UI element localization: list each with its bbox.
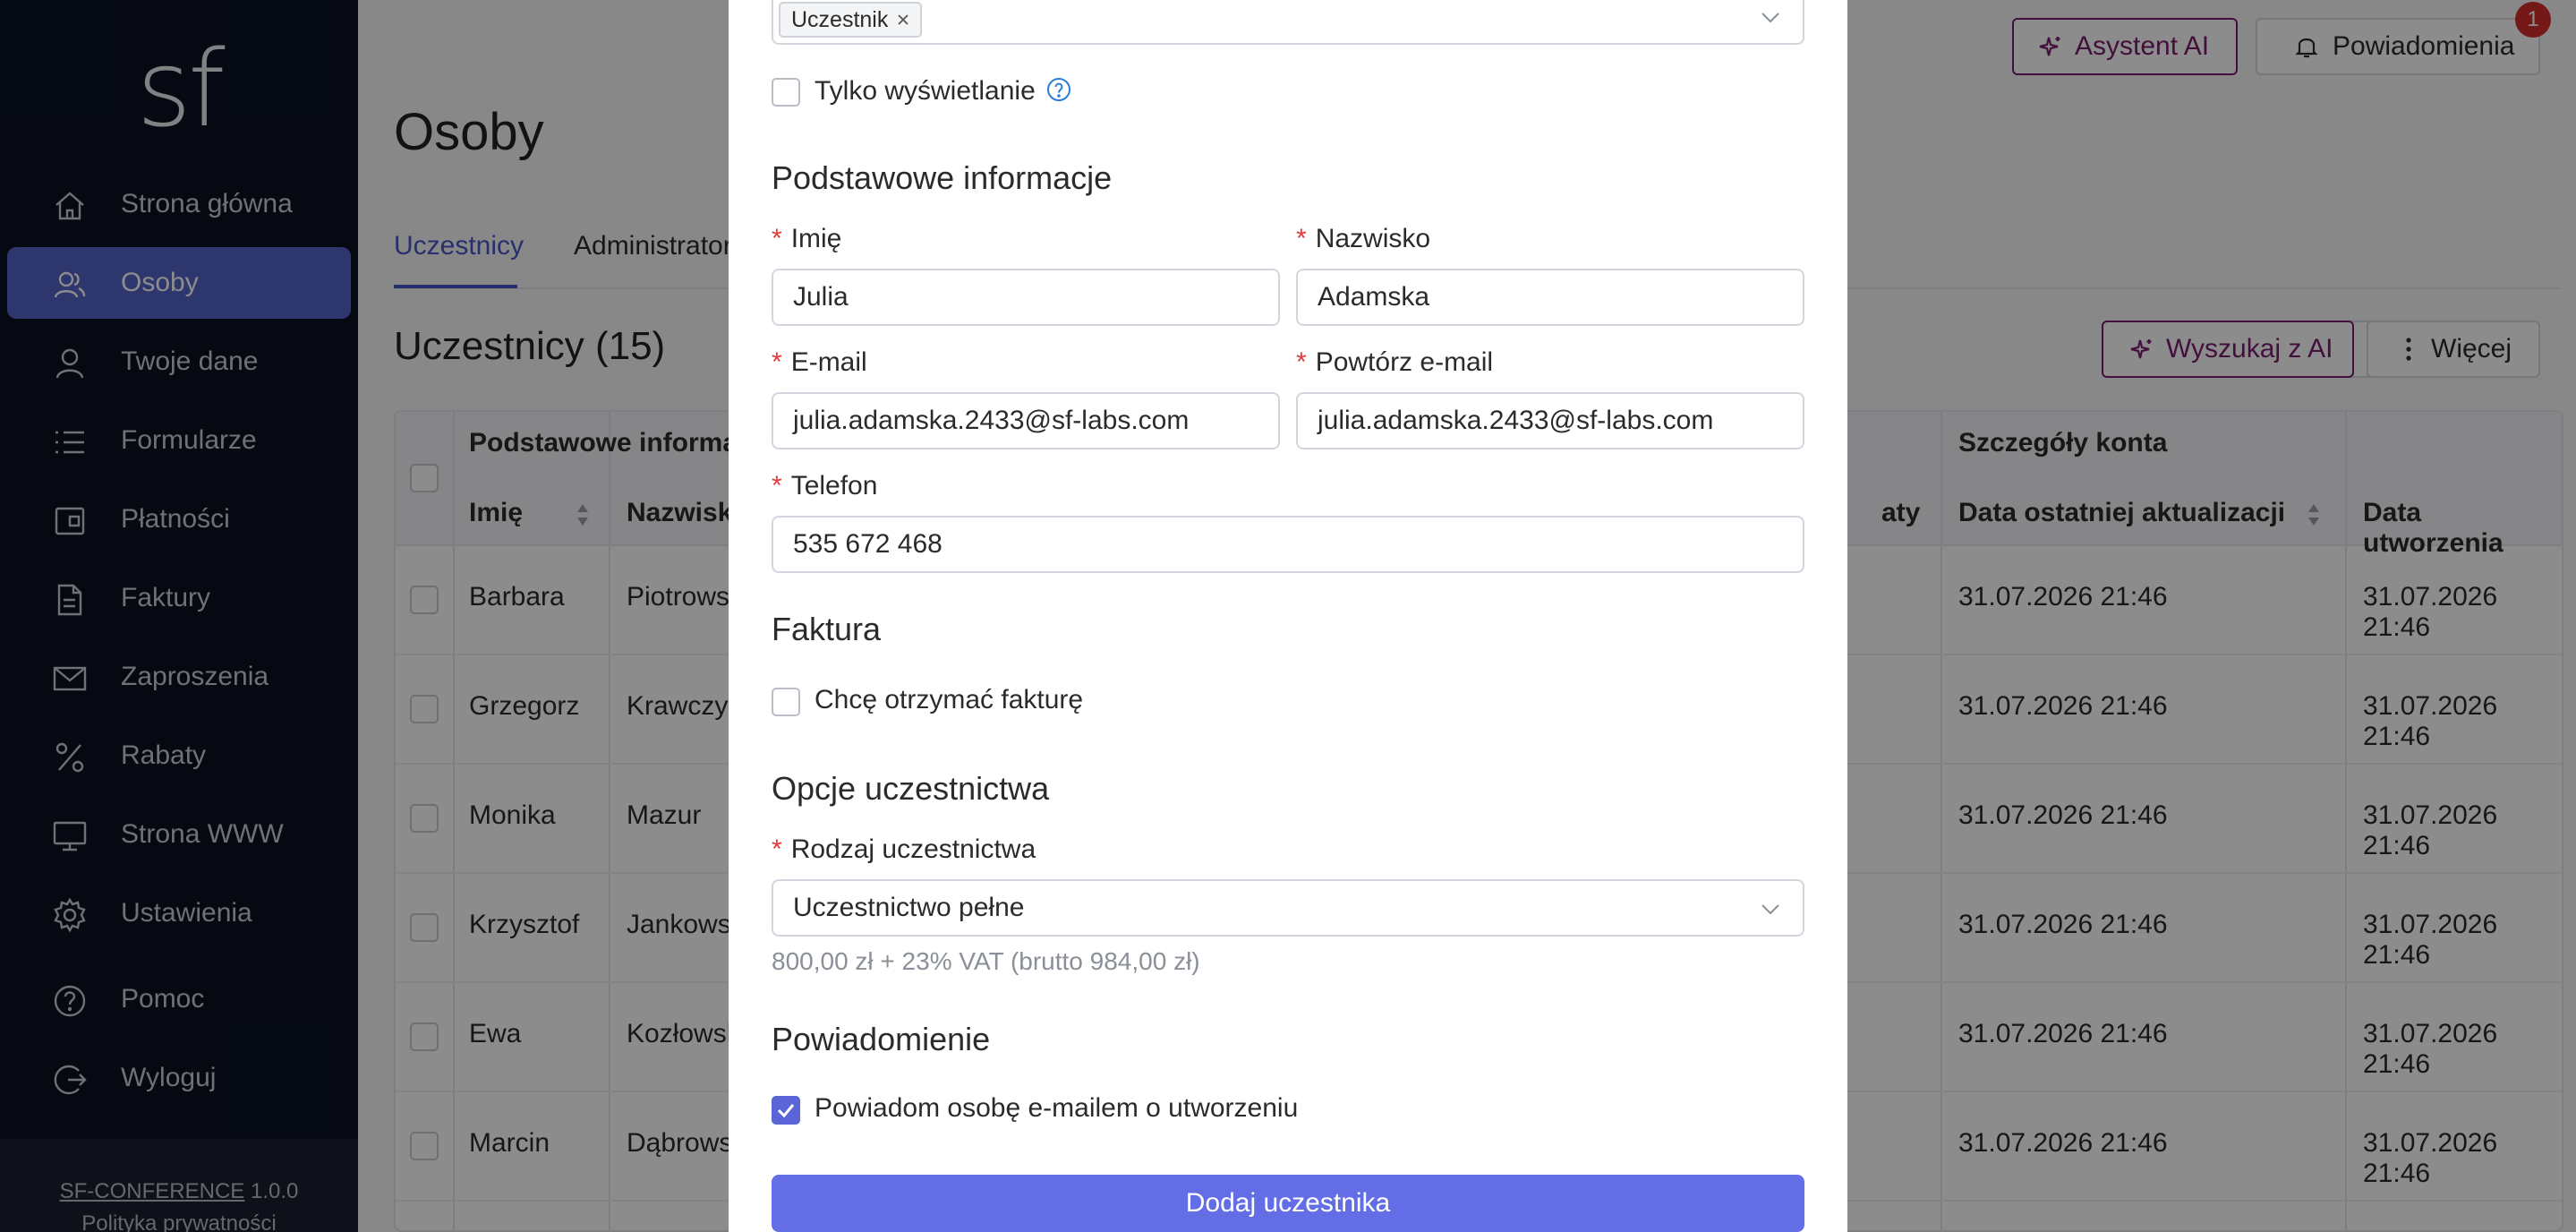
participation-type-select[interactable]: Uczestnictwo pełne	[772, 879, 1804, 937]
close-icon[interactable]	[897, 13, 909, 26]
email-repeat-label: * Powtórz e-mail	[1296, 347, 1494, 377]
invoice-heading: Faktura	[772, 611, 882, 647]
notify-checkbox-label[interactable]: Powiadom osobę e-mailem o utworzeniu	[815, 1093, 1298, 1124]
checkmark-icon	[777, 1104, 795, 1118]
first-name-field[interactable]: Julia	[772, 269, 1280, 326]
view-only-checkbox[interactable]	[772, 78, 800, 107]
email-repeat-label-text: Powtórz e-mail	[1315, 347, 1494, 377]
notification-heading: Powiadomienie	[772, 1021, 991, 1057]
invoice-checkbox[interactable]	[772, 688, 800, 716]
email-label-text: E-mail	[790, 347, 867, 377]
invoice-checkbox-label[interactable]: Chcę otrzymać fakturę	[815, 685, 1083, 715]
participation-type-label-text: Rodzaj uczestnictwa	[790, 834, 1036, 864]
add-participant-modal: Uczestnik Tylko wyświetlanie Podstawowe …	[729, 0, 1847, 1232]
chevron-down-icon	[1761, 904, 1779, 915]
view-only-label: Tylko wyświetlanie	[815, 76, 1071, 107]
role-chip-label: Uczestnik	[791, 6, 889, 32]
chevron-down-icon	[1761, 13, 1779, 23]
help-icon[interactable]	[1046, 77, 1071, 102]
first-name-label-text: Imię	[790, 224, 842, 253]
participation-price: 800,00 zł + 23% VAT (brutto 984,00 zł)	[772, 947, 1200, 975]
phone-label: * Telefon	[772, 471, 878, 500]
email-label: * E-mail	[772, 347, 867, 377]
last-name-field[interactable]: Adamska	[1296, 269, 1804, 326]
participation-heading: Opcje uczestnictwa	[772, 770, 1050, 807]
email-field[interactable]: julia.adamska.2433@sf-labs.com	[772, 392, 1280, 449]
first-name-label: * Imię	[772, 224, 842, 253]
email-repeat-field[interactable]: julia.adamska.2433@sf-labs.com	[1296, 392, 1804, 449]
add-participant-button[interactable]: Dodaj uczestnika	[772, 1175, 1804, 1232]
phone-field[interactable]: 535 672 468	[772, 516, 1804, 573]
notify-checkbox[interactable]	[772, 1096, 800, 1125]
last-name-label-text: Nazwisko	[1315, 224, 1431, 253]
basic-info-heading: Podstawowe informacje	[772, 159, 1113, 196]
phone-label-text: Telefon	[790, 471, 878, 500]
role-select[interactable]: Uczestnik	[772, 0, 1804, 45]
participation-type-label: * Rodzaj uczestnictwa	[772, 834, 1036, 864]
participation-type-value: Uczestnictwo pełne	[793, 893, 1025, 922]
last-name-label: * Nazwisko	[1296, 224, 1431, 253]
view-only-text: Tylko wyświetlanie	[815, 76, 1036, 106]
role-chip[interactable]: Uczestnik	[779, 2, 923, 38]
